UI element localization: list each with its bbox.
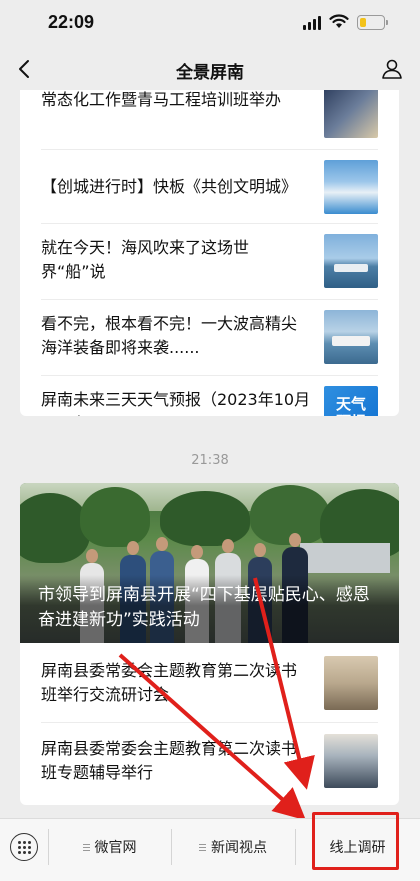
article-row[interactable]: 屏南县委常委会主题教育第二次读书班专题辅导举行 (41, 723, 378, 805)
article-row[interactable]: 屏南县委常委会主题教育第二次读书班举行交流研讨会 (41, 643, 378, 723)
article-title: 屏南县委常委会主题教育第二次读书班举行交流研讨会 (41, 661, 298, 704)
status-time: 22:09 (48, 12, 95, 32)
article-thumbnail (324, 656, 378, 710)
nav-bar: 全景屏南 (0, 48, 420, 90)
signal-icon (303, 16, 321, 30)
article-row[interactable]: 【创城进行时】快板《共创文明城》 (41, 150, 378, 224)
keyboard-icon[interactable] (10, 833, 38, 861)
status-bar: 22:09 (0, 0, 420, 48)
battery-icon (357, 15, 388, 30)
menu-item-xinwenshidian[interactable]: 新闻视点 (171, 819, 295, 875)
article-title: 就在今天！海风吹来了这场世界“船”说 (41, 238, 250, 281)
menu-item-label: 微官网 (94, 840, 137, 856)
article-title: 常态化工作暨青马工程培训班举办 (41, 90, 282, 109)
article-thumbnail (324, 234, 378, 288)
article-thumbnail (324, 160, 378, 214)
message-timestamp: 21:38 (191, 453, 229, 468)
article-thumbnail (324, 90, 378, 138)
menu-lines-icon (82, 842, 90, 853)
article-thumbnail: 天气预报 (324, 386, 378, 416)
menu-item-label: 新闻视点 (211, 840, 267, 856)
page-title: 全景屏南 (176, 63, 244, 83)
article-card: 常态化工作暨青马工程培训班举办 【创城进行时】快板《共创文明城》 就在今天！海风… (20, 90, 399, 416)
article-row[interactable]: 就在今天！海风吹来了这场世界“船”说 (41, 224, 378, 300)
weather-thumb-text: 天气预报 (335, 395, 366, 416)
article-card: 市领导到屏南县开展“四下基层贴民心、感恩奋进建新功”实践活动 屏南县委常委会主题… (20, 483, 399, 805)
article-title: 屏南未来三天天气预报（2023年10月12日） (41, 390, 311, 416)
highlight-box (312, 812, 399, 870)
profile-button[interactable] (376, 52, 408, 86)
article-thumbnail (324, 310, 378, 364)
article-title: 屏南县委常委会主题教育第二次读书班专题辅导举行 (41, 739, 298, 782)
article-title: 【创城进行时】快板《共创文明城》 (41, 177, 298, 196)
wifi-icon (329, 14, 349, 28)
article-thumbnail (324, 734, 378, 788)
menu-lines-icon (199, 842, 206, 853)
person-icon (382, 59, 402, 79)
featured-article[interactable]: 市领导到屏南县开展“四下基层贴民心、感恩奋进建新功”实践活动 (20, 483, 399, 643)
message-scroll[interactable]: 常态化工作暨青马工程培训班举办 【创城进行时】快板《共创文明城》 就在今天！海风… (0, 90, 420, 818)
article-title: 看不完，根本看不完！一大波高精尖海洋装备即将来袭...... (41, 314, 298, 357)
article-row[interactable]: 常态化工作暨青马工程培训班举办 (41, 90, 378, 150)
featured-headline: 市领导到屏南县开展“四下基层贴民心、感恩奋进建新功”实践活动 (20, 575, 399, 643)
article-row[interactable]: 屏南未来三天天气预报（2023年10月12日） 天气预报 (41, 376, 378, 416)
article-row[interactable]: 看不完，根本看不完！一大波高精尖海洋装备即将来袭...... (41, 300, 378, 376)
menu-item-weiguanwang[interactable]: 微官网 (48, 819, 171, 875)
